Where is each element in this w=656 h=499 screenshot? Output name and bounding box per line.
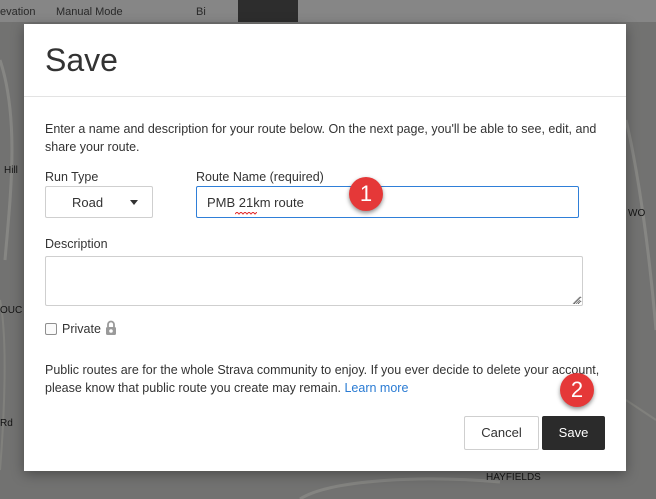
- public-route-notice: Public routes are for the whole Strava c…: [45, 361, 605, 397]
- private-checkbox[interactable]: [45, 323, 57, 335]
- public-route-text: Public routes are for the whole Strava c…: [45, 363, 600, 395]
- save-button[interactable]: Save: [542, 416, 605, 450]
- learn-more-link[interactable]: Learn more: [344, 381, 408, 395]
- spellcheck-underline: [235, 212, 257, 215]
- caret-down-icon: [130, 200, 138, 205]
- step-1-badge: 1: [349, 177, 383, 211]
- private-label[interactable]: Private: [62, 322, 101, 336]
- run-type-select[interactable]: Road: [45, 186, 153, 218]
- run-type-value: Road: [72, 195, 104, 210]
- cancel-button[interactable]: Cancel: [464, 416, 539, 450]
- dialog-intro-text: Enter a name and description for your ro…: [45, 122, 597, 154]
- description-textarea[interactable]: [45, 256, 583, 306]
- dialog-title: Save: [45, 42, 118, 78]
- description-label: Description: [45, 237, 108, 251]
- route-name-label: Route Name (required): [196, 170, 324, 184]
- dialog-header: Save: [24, 24, 626, 97]
- resize-grip-icon[interactable]: [572, 296, 580, 304]
- lock-icon: [106, 320, 116, 335]
- save-route-dialog: Save Enter a name and description for yo…: [24, 24, 626, 471]
- run-type-label: Run Type: [45, 170, 99, 184]
- step-2-badge: 2: [560, 373, 594, 407]
